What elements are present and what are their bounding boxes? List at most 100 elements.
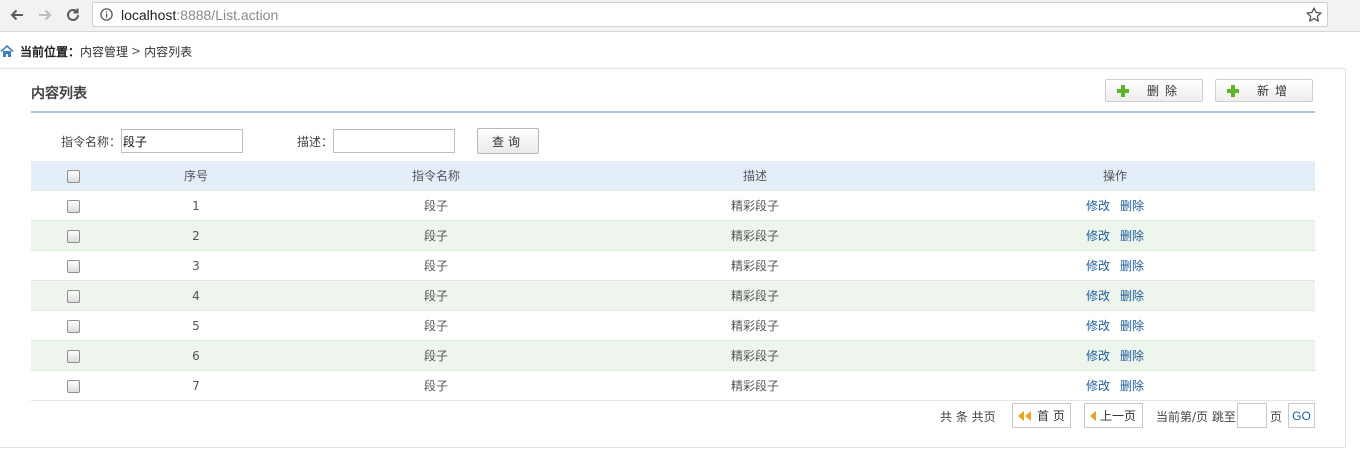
row-checkbox[interactable] (66, 379, 80, 393)
star-icon[interactable] (1305, 6, 1323, 24)
row-checkbox[interactable] (66, 349, 80, 363)
plus-icon (1227, 84, 1239, 97)
query-button[interactable]: 查询 (477, 128, 539, 154)
table-row: 3 段子 精彩段子 修改 删除 (31, 250, 1315, 281)
table-row: 6 段子 精彩段子 修改 删除 (31, 340, 1315, 371)
row-checkbox[interactable] (66, 199, 80, 213)
cell-description: 精彩段子 (595, 250, 915, 281)
cell-actions: 修改 删除 (915, 370, 1315, 401)
reload-button[interactable] (62, 4, 84, 26)
prev-page-icon (1090, 410, 1096, 421)
row-checkbox-cell (31, 280, 115, 311)
plus-icon (1117, 84, 1129, 97)
edit-link[interactable]: 修改 (1086, 259, 1110, 273)
info-icon[interactable] (100, 8, 113, 21)
browser-toolbar: localhost:8888/List.action (0, 0, 1360, 32)
cell-actions: 修改 删除 (915, 310, 1315, 341)
select-all-checkbox[interactable] (66, 169, 80, 183)
row-checkbox[interactable] (66, 259, 80, 273)
description-input[interactable] (333, 129, 455, 153)
go-button[interactable]: GO (1288, 403, 1315, 428)
cell-description: 精彩段子 (595, 220, 915, 251)
cell-description: 精彩段子 (595, 370, 915, 401)
page-jump-input[interactable] (1237, 403, 1267, 428)
edit-link[interactable]: 修改 (1086, 379, 1110, 393)
add-button[interactable]: 新增 (1215, 79, 1313, 102)
cell-command: 段子 (277, 280, 595, 311)
back-arrow-icon (10, 9, 23, 21)
breadcrumb-item-content-management[interactable]: 内容管理 (80, 43, 128, 60)
breadcrumb: 当前位置： 内容管理 > 内容列表 (0, 42, 192, 60)
pager-page-unit: 页 (1270, 410, 1283, 424)
page-title: 内容列表 (31, 86, 87, 102)
cell-id: 5 (115, 310, 277, 341)
breadcrumb-separator: > (131, 44, 142, 58)
cell-id: 7 (115, 370, 277, 401)
edit-link[interactable]: 修改 (1086, 229, 1110, 243)
url-path: :8888/List.action (176, 7, 279, 23)
delete-link[interactable]: 删除 (1120, 379, 1144, 393)
delete-link[interactable]: 删除 (1120, 259, 1144, 273)
cell-id: 4 (115, 280, 277, 311)
cell-description: 精彩段子 (595, 190, 915, 221)
delete-link[interactable]: 删除 (1120, 199, 1144, 213)
cell-description: 精彩段子 (595, 310, 915, 341)
command-name-label: 指令名称： (61, 135, 122, 149)
cell-command: 段子 (277, 190, 595, 221)
forward-button[interactable] (34, 4, 56, 26)
cell-description: 精彩段子 (595, 340, 915, 371)
first-page-icon (1018, 410, 1031, 421)
select-all-cell (31, 161, 115, 191)
cell-actions: 修改 删除 (915, 280, 1315, 311)
row-checkbox[interactable] (66, 289, 80, 303)
cell-description: 精彩段子 (595, 280, 915, 311)
pager-summary: 共 条 共页 (940, 410, 996, 424)
delete-link[interactable]: 删除 (1120, 349, 1144, 363)
prev-page-button[interactable]: 上一页 (1084, 403, 1143, 428)
row-checkbox[interactable] (66, 229, 80, 243)
table-row: 5 段子 精彩段子 修改 删除 (31, 310, 1315, 341)
row-checkbox-cell (31, 250, 115, 281)
forward-arrow-icon (39, 9, 52, 21)
cell-command: 段子 (277, 340, 595, 371)
command-name-input[interactable] (121, 129, 243, 153)
cell-actions: 修改 删除 (915, 250, 1315, 281)
column-header-actions: 操作 (915, 161, 1315, 191)
edit-link[interactable]: 修改 (1086, 199, 1110, 213)
back-button[interactable] (6, 4, 28, 26)
url-host: localhost (121, 7, 177, 23)
cell-command: 段子 (277, 220, 595, 251)
first-page-button[interactable]: 首 页 (1012, 403, 1071, 428)
row-checkbox-cell (31, 370, 115, 401)
address-bar[interactable]: localhost:8888/List.action (92, 2, 1328, 27)
delete-link[interactable]: 删除 (1120, 289, 1144, 303)
breadcrumb-item-content-list: 内容列表 (144, 44, 193, 59)
delete-button-label: 删除 (1147, 84, 1184, 98)
row-checkbox[interactable] (66, 319, 80, 333)
breadcrumb-prefix: 当前位置： (20, 44, 81, 59)
add-button-label: 新增 (1257, 84, 1294, 98)
delete-button[interactable]: 删除 (1105, 79, 1203, 102)
cell-command: 段子 (277, 250, 595, 281)
column-header-description: 描述 (595, 161, 915, 191)
table-row: 2 段子 精彩段子 修改 删除 (31, 220, 1315, 251)
delete-link[interactable]: 删除 (1120, 229, 1144, 243)
cell-id: 1 (115, 190, 277, 221)
delete-link[interactable]: 删除 (1120, 319, 1144, 333)
cell-id: 2 (115, 220, 277, 251)
column-header-id: 序号 (115, 161, 277, 191)
edit-link[interactable]: 修改 (1086, 289, 1110, 303)
row-checkbox-cell (31, 340, 115, 371)
cell-command: 段子 (277, 370, 595, 401)
row-checkbox-cell (31, 220, 115, 251)
cell-actions: 修改 删除 (915, 190, 1315, 221)
cell-id: 6 (115, 340, 277, 371)
cell-command: 段子 (277, 310, 595, 341)
description-label: 描述： (297, 135, 334, 149)
edit-link[interactable]: 修改 (1086, 349, 1110, 363)
edit-link[interactable]: 修改 (1086, 319, 1110, 333)
address-text[interactable]: localhost:8888/List.action (121, 7, 278, 23)
cell-actions: 修改 删除 (915, 340, 1315, 371)
title-divider (31, 111, 1315, 113)
column-header-command: 指令名称 (277, 161, 595, 191)
